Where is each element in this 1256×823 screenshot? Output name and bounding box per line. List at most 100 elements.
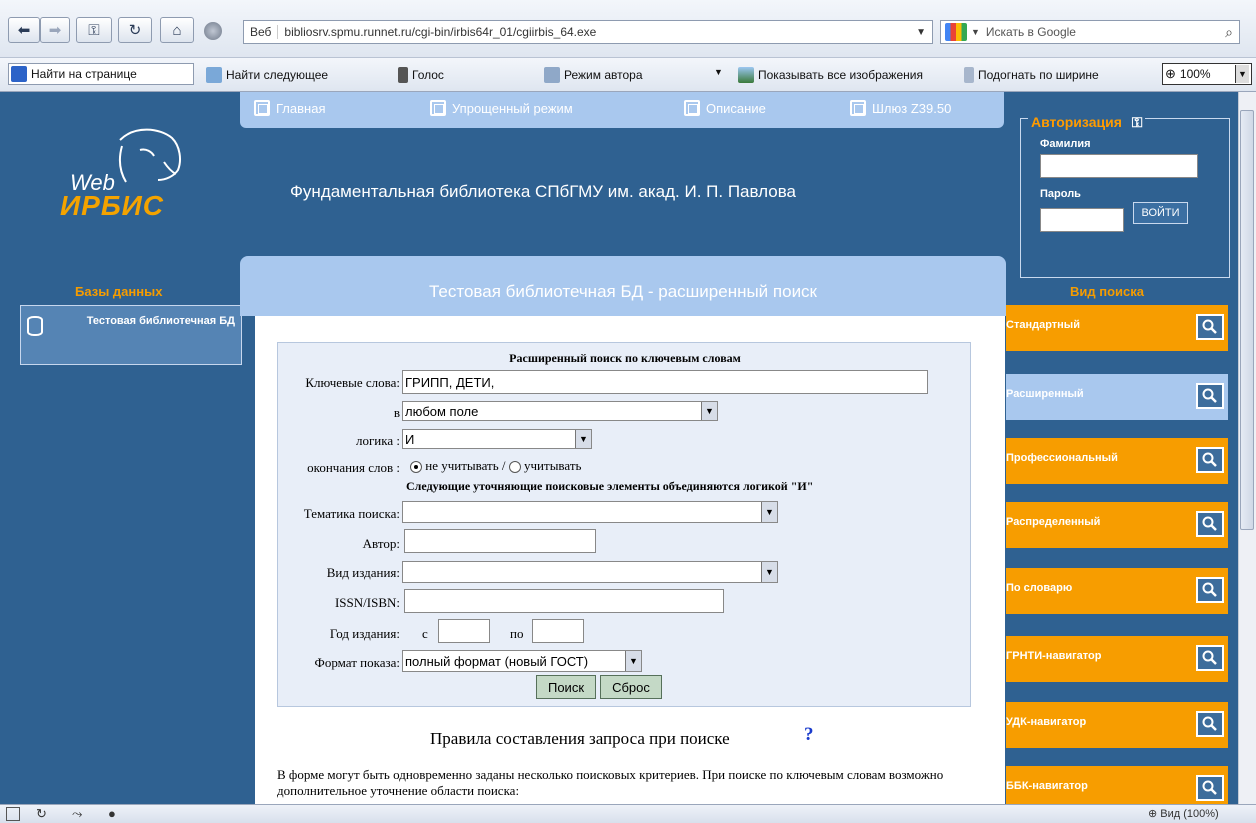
window-icon (430, 100, 446, 116)
help-link[interactable]: ? (804, 724, 814, 746)
nav-simple-mode[interactable]: Упрощенный режим (430, 100, 573, 116)
home-button[interactable]: ⌂ (160, 17, 194, 43)
search-button[interactable]: Поиск (536, 675, 596, 699)
nav-description-label: Описание (706, 100, 766, 116)
stop-icon[interactable] (204, 22, 222, 40)
search-type-grnti[interactable]: ГРНТИ-навигатор (1006, 636, 1228, 682)
gateway-icon (850, 100, 866, 116)
fit-width-icon (964, 67, 974, 83)
search-type-bbk[interactable]: ББК-навигатор (1006, 766, 1228, 804)
nav-simple-mode-label: Упрощенный режим (452, 100, 573, 116)
magnifier-icon (1196, 775, 1224, 801)
rules-text: В форме могут быть одновременно заданы н… (277, 767, 944, 798)
search-type-udk[interactable]: УДК-навигатор (1006, 702, 1228, 748)
pubtype-label: Вид издания: (326, 565, 400, 580)
endings-ignore-radio[interactable] (410, 461, 422, 474)
search-type-label: Распределенный (1006, 516, 1101, 528)
field-scope-value: любом поле (405, 403, 479, 419)
field-scope-select[interactable]: любом поле ▼ (402, 401, 718, 421)
format-select[interactable]: полный формат (новый ГОСТ) ▼ (402, 650, 642, 672)
topic-label: Тематика поиска: (303, 506, 400, 521)
arrow-right-icon: ➡ (48, 22, 62, 39)
key-button[interactable]: ⚿ (76, 17, 112, 43)
status-zoom[interactable]: ⊕ Вид (100%) (1148, 807, 1219, 820)
author-mode-button[interactable]: Режим автора (544, 67, 643, 83)
logo-irbis-text: ИРБИС (60, 190, 164, 221)
password-input[interactable] (1040, 208, 1124, 232)
sync-icon[interactable]: ↻ (36, 806, 47, 822)
google-icon[interactable] (945, 23, 967, 41)
zoom-select[interactable]: ⊕ 100% ▼ (1162, 63, 1252, 85)
share-icon[interactable]: ⤳ (72, 806, 82, 822)
keywords-input[interactable]: ГРИПП, ДЕТИ, (402, 370, 928, 394)
search-type-standard[interactable]: Стандартный (1006, 305, 1228, 351)
zoom-value: 100% (1179, 67, 1211, 81)
home-icon: ⌂ (172, 21, 182, 39)
issn-input[interactable] (404, 589, 724, 613)
magnifier-icon (1196, 447, 1224, 473)
magnifier-icon (1196, 511, 1224, 537)
year-to-input[interactable] (532, 619, 584, 643)
zoom-dropdown-icon[interactable]: ▼ (1235, 65, 1249, 83)
chevron-down-icon: ▼ (701, 402, 717, 420)
google-placeholder: Искать в Google (985, 25, 1076, 39)
nav-z3950-gateway[interactable]: Шлюз Z39.50 (850, 100, 951, 116)
search-type-distributed[interactable]: Распределенный (1006, 502, 1228, 548)
search-type-label: ГРНТИ-навигатор (1006, 650, 1102, 662)
find-on-page-field[interactable]: Найти на странице (8, 63, 194, 85)
voice-button[interactable]: Голос (398, 67, 444, 83)
site-title: Фундаментальная библиотека СПбГМУ им. ак… (290, 182, 797, 201)
nav-z3950-label: Шлюз Z39.50 (872, 100, 952, 116)
google-search-box[interactable]: ▼ Искать в Google ⌕ (940, 20, 1240, 44)
search-type-label: По словарю (1006, 582, 1073, 594)
back-button[interactable]: ⬅ (8, 17, 40, 43)
status-bar: ↻ ⤳ ● ⊕ Вид (100%) (0, 804, 1256, 823)
find-next-label: Найти следующее (226, 68, 329, 82)
forward-button[interactable]: ➡ (40, 17, 70, 43)
year-from-input[interactable] (438, 619, 490, 643)
search-type-dictionary[interactable]: По словарю (1006, 568, 1228, 614)
top-navigation: Главная Упрощенный режим Описание Шлюз Z… (240, 92, 1004, 128)
address-dropdown-icon[interactable]: ▼ (916, 27, 932, 38)
address-bar[interactable]: Веб bibliosrv.spmu.runnet.ru/cgi-bin/irb… (243, 20, 933, 44)
zoom-icon: ⊕ (1165, 66, 1176, 81)
find-toolbar: Найти на странице Найти следующее Голос … (0, 58, 1256, 92)
logic-label: логика : (355, 433, 400, 448)
nav-description[interactable]: Описание (684, 100, 766, 116)
login-button[interactable]: ВОЙТИ (1133, 202, 1188, 224)
reset-button[interactable]: Сброс (600, 675, 662, 699)
surname-input[interactable] (1040, 154, 1198, 178)
database-item[interactable]: Тестовая библиотечная БД (20, 305, 242, 365)
document-icon (544, 67, 560, 83)
voice-label: Голос (412, 68, 444, 82)
logic-select[interactable]: И ▼ (402, 429, 592, 449)
pubtype-select[interactable]: ▼ (402, 561, 778, 583)
chevron-down-icon: ▼ (761, 502, 777, 522)
reload-button[interactable]: ↻ (118, 17, 152, 43)
find-icon (11, 66, 27, 82)
author-input[interactable] (404, 529, 596, 553)
zoom-icon: ⊕ (1148, 808, 1158, 820)
topic-select[interactable]: ▼ (402, 501, 778, 523)
search-type-professional[interactable]: Профессиональный (1006, 438, 1228, 484)
find-next-button[interactable]: Найти следующее (206, 67, 328, 83)
show-images-button[interactable]: Показывать все изображения (738, 67, 923, 83)
search-type-extended[interactable]: Расширенный (1006, 374, 1228, 420)
logic-value: И (405, 431, 415, 447)
search-icon[interactable]: ⌕ (1225, 24, 1233, 41)
endings-consider-label: учитывать (524, 458, 582, 473)
search-type-label: Стандартный (1006, 319, 1080, 331)
keywords-label: Ключевые слова: (305, 375, 400, 390)
nav-home[interactable]: Главная (254, 100, 325, 116)
fit-width-button[interactable]: Подогнать по ширине (964, 67, 1099, 83)
search-types-title: Вид поиска (1070, 284, 1144, 299)
endings-label: окончания слов : (307, 460, 400, 475)
more-dropdown-icon[interactable]: ▼ (714, 67, 723, 77)
panel-icon[interactable] (6, 807, 20, 821)
globe-icon[interactable]: ● (108, 806, 116, 821)
endings-consider-radio[interactable] (508, 461, 521, 474)
engine-dropdown-icon[interactable]: ▼ (971, 27, 980, 37)
year-from-label: с (422, 626, 428, 641)
databases-title: Базы данных (75, 284, 163, 299)
scrollbar-thumb[interactable] (1240, 110, 1254, 530)
